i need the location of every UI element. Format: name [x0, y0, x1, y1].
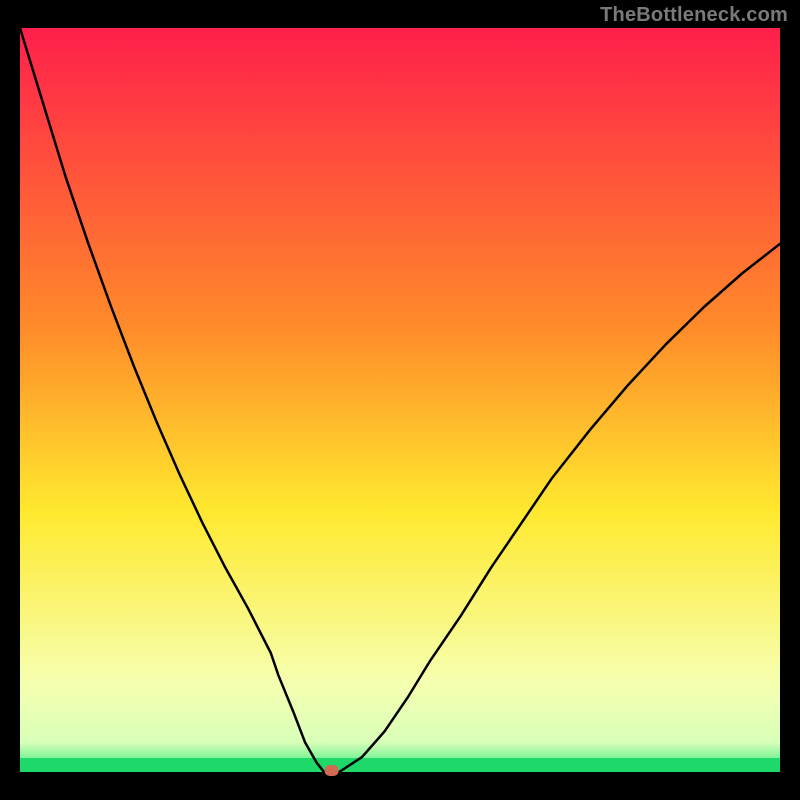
plot-background: [20, 28, 780, 772]
green-zone: [20, 758, 780, 772]
chart-container: TheBottleneck.com: [0, 0, 800, 800]
minimum-marker: [325, 765, 339, 776]
bottleneck-chart: [0, 0, 800, 800]
watermark-text: TheBottleneck.com: [600, 4, 788, 27]
